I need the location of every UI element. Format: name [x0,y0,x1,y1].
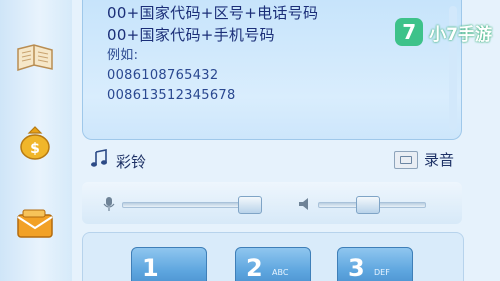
watermark-logo: 7 [395,18,424,46]
dial-key-2[interactable]: 2 ABC [235,247,311,281]
example-mobile: 008613512345678 [107,88,236,103]
dial-pad: 1 2 ABC 3 DEF [82,232,464,281]
microphone-volume-slider[interactable] [100,196,262,214]
svg-text:$: $ [30,141,40,157]
envelope-icon [15,207,55,241]
volume-controls [82,182,462,224]
microphone-icon [102,196,116,212]
speaker-slider-thumb[interactable] [356,196,380,214]
address-book-button[interactable] [10,36,60,80]
example-label: 例如: [107,48,139,63]
dial-key-1[interactable]: 1 [131,247,207,281]
ringback-tone-button[interactable]: 彩铃 [90,149,146,173]
record-button[interactable]: 录音 [393,149,454,170]
dial-key-3-number: 3 [348,254,365,281]
dial-key-3-letters: DEF [374,268,390,277]
left-icon-rail: $ [0,0,73,281]
watermark-text: 小7手游 [429,24,492,45]
ringback-tone-label: 彩铃 [116,152,147,171]
recharge-button[interactable]: $ [10,120,60,164]
dial-key-2-letters: ABC [272,268,289,277]
speaker-icon [298,196,312,212]
money-bag-icon: $ [16,123,54,161]
record-label: 录音 [423,151,454,169]
site-watermark: 7 小7手游 [395,18,492,46]
main-panel: 00+国家代码+区号+电话号码 00+国家代码+手机号码 例如: 0086108… [72,0,500,281]
example-landline: 0086108765432 [107,68,219,83]
message-button[interactable] [10,202,60,246]
speaker-volume-slider[interactable] [296,196,426,214]
action-row: 彩铃 录音 [82,146,462,176]
music-note-icon [90,149,112,173]
book-icon [14,41,56,75]
dial-key-2-number: 2 [246,254,263,281]
dial-key-1-number: 1 [142,254,159,281]
recorder-icon [393,150,418,169]
microphone-slider-thumb[interactable] [238,196,262,214]
dial-key-3[interactable]: 3 DEF [337,247,413,281]
